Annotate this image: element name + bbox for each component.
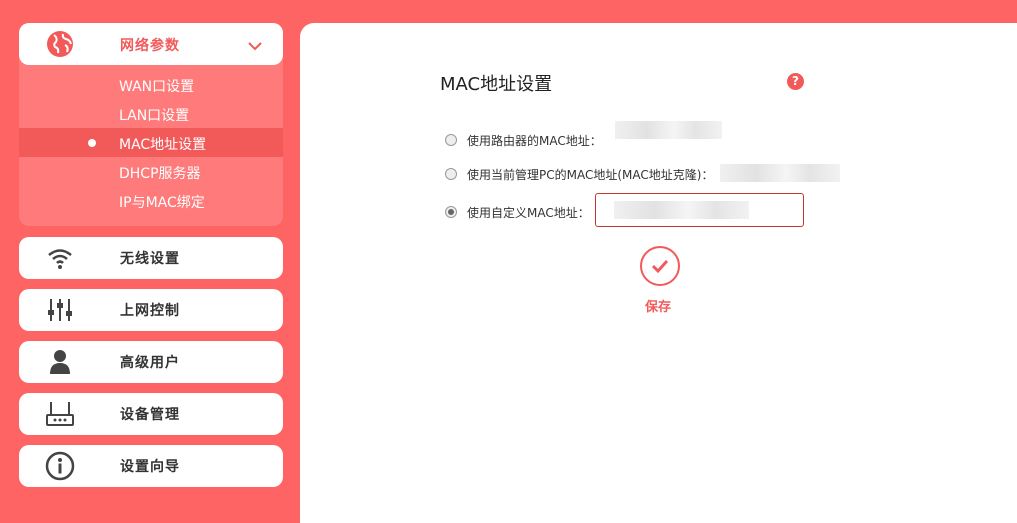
- save-button-label[interactable]: 保存: [645, 296, 671, 315]
- checkmark-icon: [651, 259, 669, 274]
- info-icon: [45, 451, 75, 481]
- radio-custom-mac[interactable]: [445, 206, 457, 218]
- sliders-icon: [45, 295, 75, 325]
- router-icon: [45, 399, 75, 429]
- submenu-label: WAN口设置: [119, 79, 195, 95]
- menu-item-label: 设置向导: [120, 459, 180, 475]
- menu-item-label: 无线设置: [120, 251, 180, 267]
- option-label: 使用当前管理PC的MAC地址(MAC地址克隆)：: [467, 168, 714, 182]
- network-menu-label: 网络参数: [120, 38, 180, 54]
- chevron-down-icon[interactable]: [247, 37, 263, 56]
- menu-item-wireless[interactable]: 无线设置: [19, 237, 283, 279]
- wifi-icon: [45, 243, 75, 273]
- submenu-item-lan[interactable]: LAN口设置: [19, 99, 283, 128]
- custom-mac-value-blurred: [614, 201, 749, 219]
- submenu-label: MAC地址设置: [119, 137, 207, 153]
- radio-clone-pc-mac[interactable]: [445, 168, 457, 180]
- save-button[interactable]: [640, 246, 680, 286]
- main-panel: MAC地址设置 ? 使用路由器的MAC地址： 使用当前管理PC的MAC地址(MA…: [300, 23, 1017, 523]
- router-mac-value-blurred: [615, 121, 722, 139]
- menu-item-label: 设备管理: [120, 407, 180, 423]
- submenu-label: IP与MAC绑定: [119, 195, 205, 211]
- menu-item-access-control[interactable]: 上网控制: [19, 289, 283, 331]
- option-label: 使用自定义MAC地址：: [467, 206, 590, 220]
- option-label: 使用路由器的MAC地址：: [467, 134, 602, 148]
- globe-icon: [45, 29, 75, 59]
- submenu-item-wan[interactable]: WAN口设置: [19, 70, 283, 99]
- custom-mac-input[interactable]: [595, 193, 804, 227]
- active-dot: [88, 139, 96, 147]
- menu-item-setup-wizard[interactable]: 设置向导: [19, 445, 283, 487]
- submenu-item-dhcp[interactable]: DHCP服务器: [19, 157, 283, 186]
- menu-item-advanced-user[interactable]: 高级用户: [19, 341, 283, 383]
- page-title: MAC地址设置: [440, 74, 553, 95]
- pc-mac-value-blurred: [720, 164, 840, 182]
- user-icon: [45, 347, 75, 377]
- submenu-item-mac[interactable]: MAC地址设置: [19, 128, 283, 157]
- help-icon[interactable]: ?: [787, 73, 804, 90]
- network-menu-header[interactable]: 网络参数: [19, 23, 283, 65]
- menu-item-label: 上网控制: [120, 303, 180, 319]
- menu-item-label: 高级用户: [120, 355, 180, 371]
- radio-router-mac[interactable]: [445, 134, 457, 146]
- network-menu-group: 网络参数 WAN口设置 LAN口设置 MAC地址设置 DHCP服务器 IP与MA…: [19, 23, 283, 226]
- submenu-label: LAN口设置: [119, 108, 190, 124]
- menu-item-device-management[interactable]: 设备管理: [19, 393, 283, 435]
- submenu-label: DHCP服务器: [119, 166, 201, 182]
- submenu-item-ip-mac-bind[interactable]: IP与MAC绑定: [19, 186, 283, 215]
